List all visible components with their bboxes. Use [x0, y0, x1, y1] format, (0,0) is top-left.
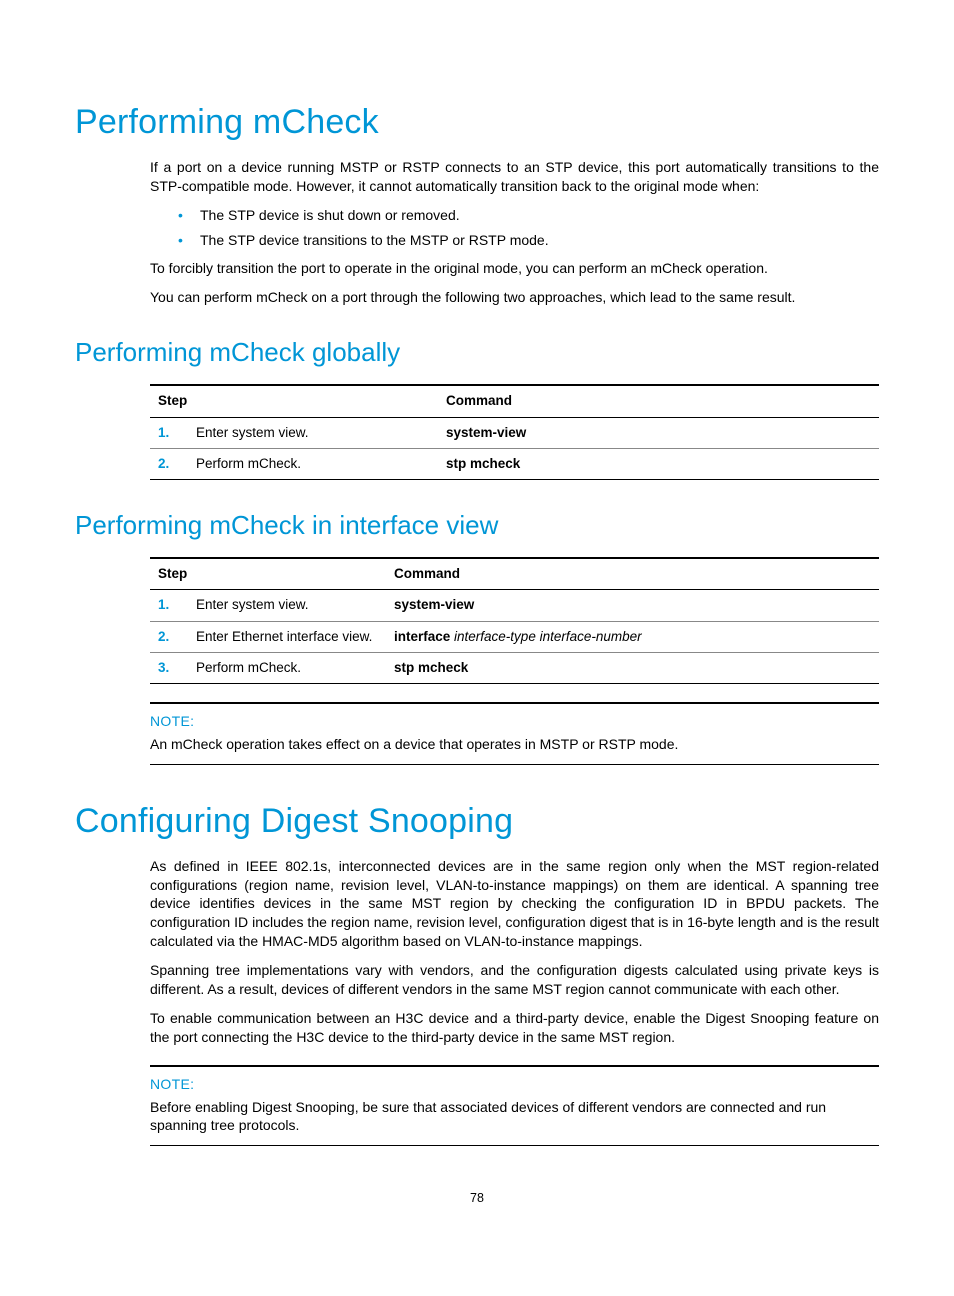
note-label: NOTE:	[150, 704, 879, 733]
bullet-item: The STP device transitions to the MSTP o…	[178, 231, 879, 250]
note-label: NOTE:	[150, 1067, 879, 1096]
paragraph: To enable communication between an H3C d…	[150, 1009, 879, 1047]
command-text: system-view	[394, 597, 474, 612]
note-text: Before enabling Digest Snooping, be sure…	[150, 1096, 879, 1146]
step-number: 2.	[158, 628, 180, 646]
paragraph: You can perform mCheck on a port through…	[150, 288, 879, 307]
step-number: 1.	[158, 596, 180, 614]
page-number: 78	[75, 1190, 879, 1207]
heading-performing-mcheck: Performing mCheck	[75, 100, 879, 146]
table-mcheck-global: Step Command 1. Enter system view. syste…	[150, 384, 879, 480]
command-text: stp mcheck	[394, 660, 468, 675]
table-header-command: Command	[386, 558, 879, 590]
command-text: system-view	[446, 425, 526, 440]
note-text: An mCheck operation takes effect on a de…	[150, 733, 879, 764]
heading-configuring-digest-snooping: Configuring Digest Snooping	[75, 799, 879, 845]
paragraph: If a port on a device running MSTP or RS…	[150, 158, 879, 196]
table-mcheck-interface: Step Command 1. Enter system view. syste…	[150, 557, 879, 684]
step-desc: Perform mCheck.	[188, 448, 438, 479]
bullet-list: The STP device is shut down or removed. …	[178, 206, 879, 250]
table-row: 2. Perform mCheck. stp mcheck	[150, 448, 879, 479]
table-header-step: Step	[150, 558, 386, 590]
heading-mcheck-globally: Performing mCheck globally	[75, 335, 879, 370]
heading-mcheck-interface: Performing mCheck in interface view	[75, 508, 879, 543]
table-row: 1. Enter system view. system-view	[150, 417, 879, 448]
step-number: 3.	[158, 659, 180, 677]
paragraph: As defined in IEEE 802.1s, interconnecte…	[150, 857, 879, 951]
step-desc: Enter Ethernet interface view.	[188, 621, 386, 652]
paragraph: Spanning tree implementations vary with …	[150, 961, 879, 999]
table-row: 1. Enter system view. system-view	[150, 590, 879, 621]
step-desc: Perform mCheck.	[188, 652, 386, 683]
command-text: interface	[394, 629, 450, 644]
command-arg: interface-type interface-number	[450, 629, 641, 644]
step-number: 1.	[158, 424, 180, 442]
note-block: NOTE: An mCheck operation takes effect o…	[150, 702, 879, 765]
table-header-step: Step	[150, 385, 438, 417]
table-header-command: Command	[438, 385, 879, 417]
step-number: 2.	[158, 455, 180, 473]
bullet-item: The STP device is shut down or removed.	[178, 206, 879, 225]
table-row: 3. Perform mCheck. stp mcheck	[150, 652, 879, 683]
command-text: stp mcheck	[446, 456, 520, 471]
table-row: 2. Enter Ethernet interface view. interf…	[150, 621, 879, 652]
paragraph: To forcibly transition the port to opera…	[150, 259, 879, 278]
step-desc: Enter system view.	[188, 590, 386, 621]
note-block: NOTE: Before enabling Digest Snooping, b…	[150, 1065, 879, 1147]
step-desc: Enter system view.	[188, 417, 438, 448]
